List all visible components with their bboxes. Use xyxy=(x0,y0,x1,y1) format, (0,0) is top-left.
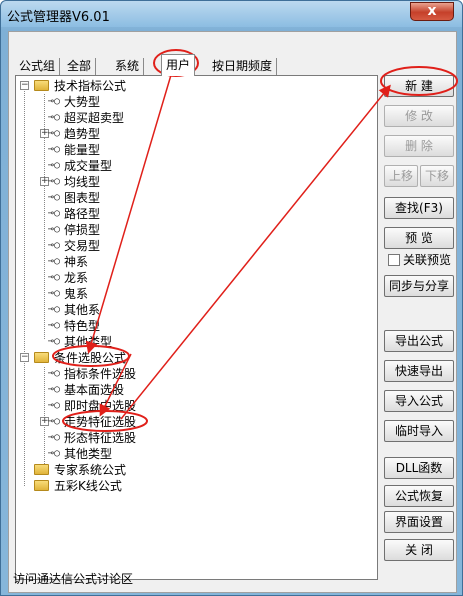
formula-manager-window: 公式管理器V6.01 x 公式组 全部 系统 用户 按日期频度 − 技术指标公式… xyxy=(0,0,463,596)
annotation-arrow xyxy=(120,84,391,420)
annotation-arrow xyxy=(85,74,172,354)
highlight-circle-trend-feature xyxy=(62,410,148,432)
highlight-circle-screening-group xyxy=(52,345,130,367)
tab-user[interactable]: 用户 xyxy=(161,54,196,76)
highlight-circle-new-button xyxy=(380,66,458,96)
annotation-overlay xyxy=(52,49,458,432)
